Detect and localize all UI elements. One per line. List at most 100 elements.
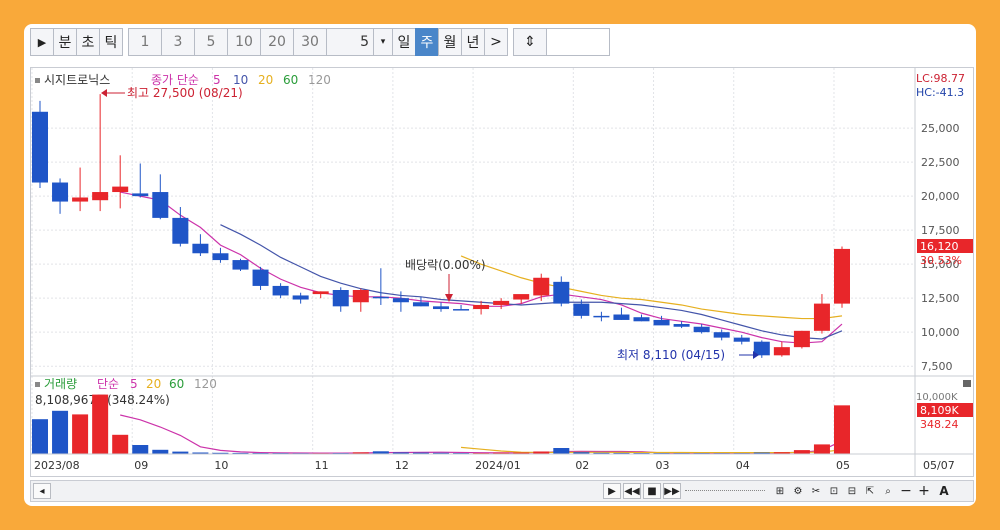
- x-tick-label: 12: [395, 459, 409, 472]
- candle-body: [132, 193, 149, 197]
- window-icon[interactable]: ⊡: [825, 483, 843, 499]
- y-tick-label: 10,000: [921, 326, 960, 339]
- x-tick-label: 04: [736, 459, 750, 472]
- volume-bar: [72, 414, 89, 454]
- candle: [132, 163, 149, 198]
- candle-body: [433, 306, 449, 310]
- volume-bar: [92, 394, 109, 454]
- ma-line-10: [220, 224, 843, 340]
- font-size-icon[interactable]: A: [935, 483, 953, 499]
- zoom-in-icon[interactable]: +: [915, 483, 933, 499]
- candle: [172, 207, 189, 247]
- x-tick-label: 02: [575, 459, 589, 472]
- candle: [533, 273, 550, 301]
- status-bar: ◂ ▶ ◀◀ ■ ▶▶ ⊞ ⚙ ✂ ⊡ ⊟ ⇱ ⌕ − + A: [30, 480, 974, 502]
- scroll-left-icon[interactable]: ◂: [33, 483, 51, 499]
- search-icon[interactable]: ⌕: [879, 483, 897, 499]
- lc-label: LC:98.77: [916, 72, 965, 85]
- current-price: 16,120: [920, 240, 959, 253]
- interval-30-button[interactable]: 30: [293, 28, 327, 56]
- period-second-button[interactable]: 초: [76, 28, 100, 56]
- x-tick-label: 09: [134, 459, 148, 472]
- trendline-icon[interactable]: ⇱: [861, 483, 879, 499]
- candle-body: [793, 330, 810, 348]
- candle: [372, 268, 389, 305]
- candle-body: [453, 309, 470, 311]
- play-icon[interactable]: ▶: [603, 483, 621, 499]
- volume-bar: [793, 450, 810, 454]
- rewind-icon[interactable]: ◀◀: [623, 483, 641, 499]
- candle-body: [834, 248, 850, 304]
- timeframe-week-button[interactable]: 주: [415, 28, 439, 56]
- ma-indicator-label: 종가 단순: [151, 73, 199, 87]
- gear-icon[interactable]: ⚙: [789, 483, 807, 499]
- stock-chart-svg: 시지트로닉스 종가 단순 5 10 20 60 120 LC:98.77 HC:…: [31, 68, 973, 476]
- interval-3-button[interactable]: 3: [161, 28, 195, 56]
- candle: [212, 247, 229, 263]
- next-button[interactable]: >: [484, 28, 508, 56]
- hc-label: HC:-41.3: [916, 86, 964, 99]
- panel-marker-icon: [35, 382, 40, 387]
- candle-body: [292, 295, 309, 300]
- candle-body: [112, 186, 129, 193]
- stop-icon[interactable]: ■: [643, 483, 661, 499]
- timeframe-day-button[interactable]: 일: [392, 28, 416, 56]
- candle: [72, 167, 89, 212]
- candle: [773, 341, 790, 357]
- volume-panel-header: 거래량 단순 5 20 60 120 8,108,967주(348.24%): [35, 377, 217, 407]
- count-select[interactable]: 5: [326, 28, 374, 56]
- volume-bar: [834, 405, 850, 454]
- candle-body: [372, 296, 389, 299]
- expand-icon[interactable]: ⇕: [513, 28, 547, 56]
- ma-period-20: 20: [258, 73, 273, 87]
- candle: [232, 258, 249, 271]
- ma-period-5: 5: [213, 73, 221, 87]
- scissors-icon[interactable]: ✂: [807, 483, 825, 499]
- interval-5-button[interactable]: 5: [194, 28, 228, 56]
- candle-body: [773, 347, 790, 356]
- candle: [793, 330, 810, 349]
- play-button[interactable]: ▶: [30, 28, 54, 56]
- x-axis: 2023/08 09 10 11 12 2024/01 02 03 04 05 05/07: [34, 459, 955, 472]
- interval-10-button[interactable]: 10: [227, 28, 261, 56]
- candle-body: [513, 294, 530, 300]
- candle-body: [312, 291, 329, 295]
- candle-body: [72, 197, 89, 202]
- candle-body: [272, 285, 289, 296]
- vol-ma-period-20: 20: [146, 377, 161, 391]
- toolbar: ▶ 분 초 틱 1 3 5 10 20 30 5 ▾ 일 주 월 년 > ⇕: [30, 28, 610, 58]
- volume-y-top: 10,000K: [916, 392, 958, 403]
- candle: [252, 266, 269, 291]
- timeframe-year-button[interactable]: 년: [461, 28, 485, 56]
- candle: [52, 178, 69, 214]
- x-tick-label: 05/07: [923, 459, 955, 472]
- y-tick-label: 22,500: [921, 156, 960, 169]
- volume-bar: [553, 448, 570, 454]
- volume-bar: [112, 434, 129, 454]
- layout-icon[interactable]: ⊟: [843, 483, 861, 499]
- candle: [332, 287, 349, 312]
- period-tick-button[interactable]: 틱: [99, 28, 123, 56]
- interval-1-button[interactable]: 1: [128, 28, 162, 56]
- chart-area[interactable]: 시지트로닉스 종가 단순 5 10 20 60 120 LC:98.77 HC:…: [30, 67, 974, 477]
- timeframe-month-button[interactable]: 월: [438, 28, 462, 56]
- candle-body: [693, 326, 710, 333]
- zoom-slider[interactable]: [685, 490, 765, 494]
- candle-body: [212, 253, 229, 261]
- candle: [453, 304, 470, 311]
- x-tick-label: 2024/01: [475, 459, 521, 472]
- candle-body: [92, 192, 109, 201]
- zoom-out-icon[interactable]: −: [897, 483, 915, 499]
- interval-20-button[interactable]: 20: [260, 28, 294, 56]
- code-input[interactable]: [546, 28, 610, 56]
- period-minute-button[interactable]: 분: [53, 28, 77, 56]
- volume-title: 거래량: [44, 377, 77, 391]
- vol-ma-period-120: 120: [194, 377, 217, 391]
- volume-pct: 348.24: [920, 418, 959, 431]
- grid-icon[interactable]: ⊞: [771, 483, 789, 499]
- fast-forward-icon[interactable]: ▶▶: [663, 483, 681, 499]
- volume-panel-close-icon[interactable]: [963, 380, 971, 387]
- high-annotation: 최고 27,500 (08/21): [101, 86, 243, 100]
- chevron-down-icon[interactable]: ▾: [373, 28, 393, 56]
- x-tick-label: 05: [836, 459, 850, 472]
